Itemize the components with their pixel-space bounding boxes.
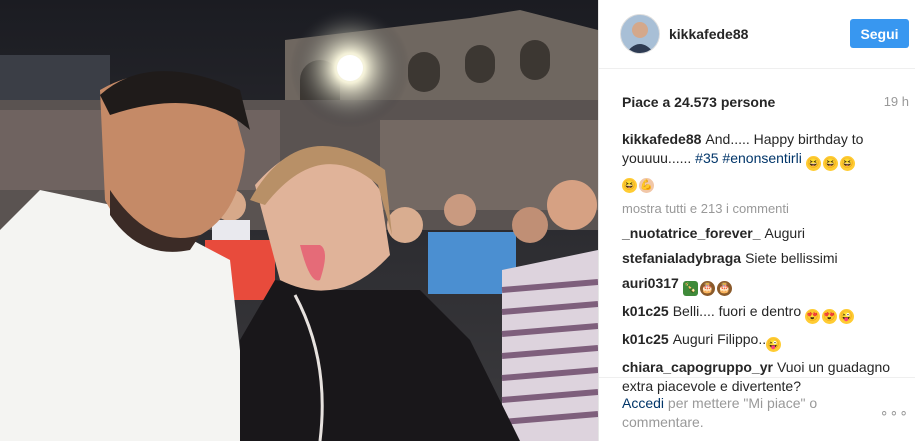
post-header: kikkafede88 Segui: [599, 0, 915, 69]
profile-picture-icon: [621, 15, 659, 53]
comments-list: kikkafede88 And..... Happy birthday to yo…: [622, 130, 907, 402]
post-time[interactable]: 19 h: [884, 94, 909, 109]
comment-username[interactable]: auri0317: [622, 275, 679, 291]
avatar[interactable]: [620, 14, 660, 54]
comment: auri0317 🍾 🎂 🎂: [622, 274, 907, 296]
comment-username[interactable]: _nuotatrice_forever_: [622, 225, 761, 241]
comment: _nuotatrice_forever_ Auguri: [622, 224, 907, 243]
champagne-bottle-icon: 🍾: [682, 281, 698, 296]
hashtag-link[interactable]: #enonsentirli: [722, 150, 801, 166]
post-footer: Accedi per mettere "Mi piace" o commenta…: [599, 377, 915, 442]
comment: k01c25 Auguri Filippo..😜: [622, 330, 907, 352]
flexed-biceps-icon: 💪: [639, 178, 654, 193]
login-prompt: Accedi per mettere "Mi piace" o commenta…: [622, 394, 852, 432]
login-link[interactable]: Accedi: [622, 395, 664, 411]
cake-icon: 🎂: [699, 281, 715, 296]
comment-text: Auguri Filippo..: [672, 331, 767, 347]
grinning-face-icon: 😆: [839, 156, 855, 171]
likes-count[interactable]: Piace a 24.573 persone: [622, 94, 775, 110]
heart-eyes-face-icon: 😍: [822, 309, 838, 324]
grinning-face-icon: 😆: [805, 156, 821, 171]
face-with-tongue-icon: 😜: [766, 337, 782, 352]
cake-icon: 🎂: [716, 281, 732, 296]
caption-username[interactable]: kikkafede88: [622, 131, 701, 147]
caption: kikkafede88 And..... Happy birthday to yo…: [622, 130, 907, 193]
comment-text: Auguri: [764, 225, 805, 241]
comment-username[interactable]: chiara_capogruppo_yr: [622, 359, 773, 375]
comment-username[interactable]: k01c25: [622, 303, 669, 319]
face-with-tongue-icon: 😜: [839, 309, 855, 324]
comment-text: Belli.... fuori e dentro: [672, 303, 802, 319]
heart-eyes-face-icon: 😍: [805, 309, 821, 324]
comment: k01c25 Belli.... fuori e dentro 😍 😍 😜: [622, 302, 907, 324]
post-username[interactable]: kikkafede88: [669, 26, 748, 42]
grinning-face-icon: 😆: [622, 178, 637, 193]
post-photo[interactable]: [0, 0, 598, 441]
comment-username[interactable]: stefanialadybraga: [622, 250, 741, 266]
post-details-panel: kikkafede88 Segui Piace a 24.573 persone…: [599, 0, 915, 441]
show-all-comments-link[interactable]: mostra tutti e 213 i commenti: [622, 199, 907, 218]
comment-text: Siete bellissimi: [745, 250, 838, 266]
comment: stefanialadybraga Siete bellissimi: [622, 249, 907, 268]
comment-username[interactable]: k01c25: [622, 331, 669, 347]
more-options-icon[interactable]: ∘∘∘: [880, 404, 909, 421]
photo-image: [0, 0, 598, 441]
grinning-face-icon: 😆: [822, 156, 838, 171]
hashtag-link[interactable]: #35: [695, 150, 718, 166]
follow-button[interactable]: Segui: [850, 19, 909, 48]
